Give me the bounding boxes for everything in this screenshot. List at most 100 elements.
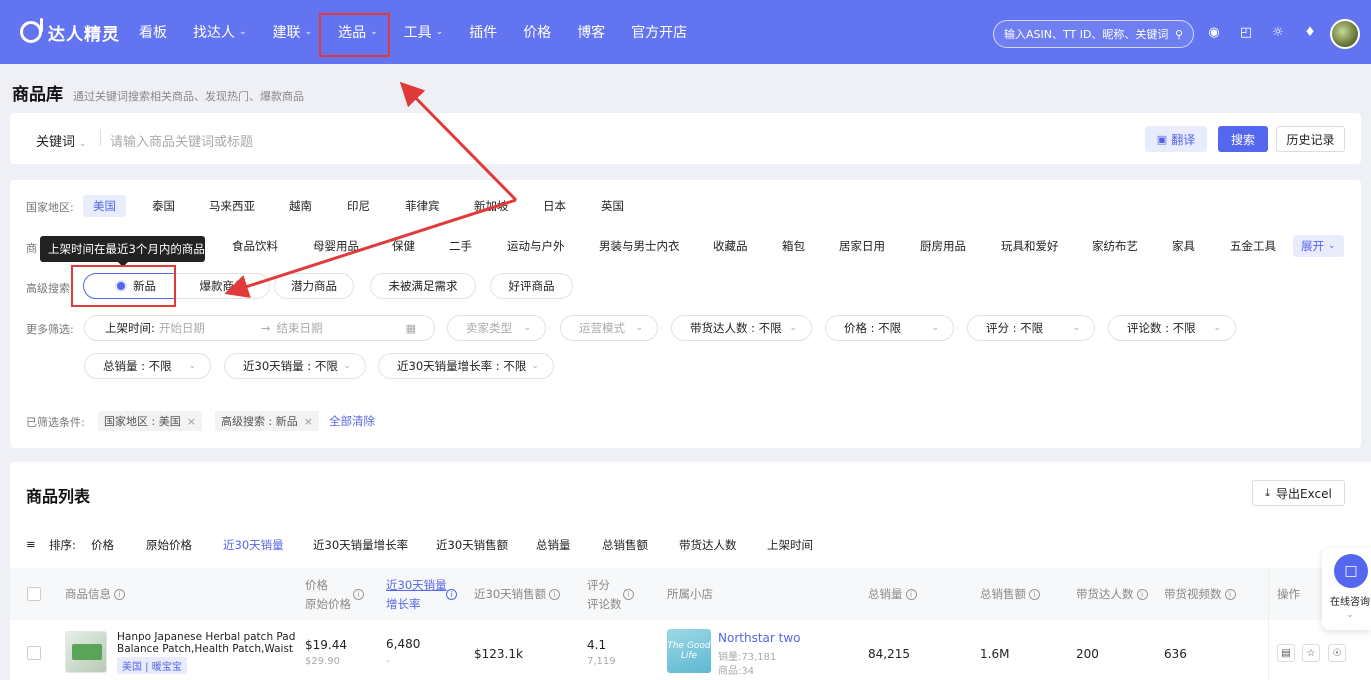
translate-button[interactable]: ▣ 翻译 [1145, 126, 1207, 152]
sales30-growth-select[interactable]: 近30天销量增长率 : 不限 ⌄ [378, 353, 554, 379]
lightbulb-icon[interactable]: ☼ [1270, 25, 1286, 41]
advanced-option-hot[interactable]: 爆款商品 [176, 273, 270, 299]
region-option-vn[interactable]: 越南 [279, 195, 322, 217]
category-option[interactable]: 收藏品 [703, 235, 758, 257]
nav-item-outreach[interactable]: 建联 ⌄ [260, 0, 326, 64]
date-end-input[interactable]: 结束日期 [277, 320, 323, 336]
total-sales-select[interactable]: 总销量 : 不限 ⌄ [84, 353, 211, 379]
keyword-input[interactable]: 请输入商品关键词或标题 [110, 131, 253, 150]
selected-filter-tag[interactable]: 国家地区 : 美国 × [98, 411, 202, 431]
nav-item-dashboard[interactable]: 看板 [126, 0, 180, 64]
export-excel-button[interactable]: ⤓ 导出Excel [1252, 480, 1345, 506]
keyword-type-select[interactable]: 关键词 ⌄ [36, 131, 87, 150]
th-reviews[interactable]: 评论数 [587, 595, 622, 613]
category-option[interactable]: 母婴用品 [303, 235, 369, 257]
sort-option[interactable]: 原始价格 [146, 537, 192, 553]
sort-option[interactable]: 带货达人数 [679, 537, 737, 553]
info-icon[interactable]: i [905, 589, 917, 600]
th-total-revenue[interactable]: 总销售额 i [980, 585, 1040, 603]
th-growth[interactable]: 增长率 [386, 595, 421, 613]
th-rating[interactable]: 评分 [587, 576, 610, 594]
creator-count-select[interactable]: 带货达人数 : 不限 ⌄ [671, 315, 812, 341]
chat-icon[interactable]: □ [1334, 554, 1368, 588]
th-price[interactable]: 价格 [305, 576, 328, 594]
advanced-option-good-review[interactable]: 好评商品 [490, 273, 573, 299]
sort-option-active[interactable]: 近30天销量 [223, 537, 284, 553]
advanced-option-potential[interactable]: 潜力商品 [274, 273, 354, 299]
shop-name-link[interactable]: Northstar two [718, 631, 800, 645]
th-creators[interactable]: 带货达人数 i [1076, 585, 1148, 603]
history-button[interactable]: 历史记录 [1276, 126, 1345, 152]
info-icon[interactable]: i [1136, 589, 1148, 600]
region-option-id[interactable]: 印尼 [337, 195, 380, 217]
region-option-jp[interactable]: 日本 [533, 195, 576, 217]
th-orig-price[interactable]: 原始价格 [305, 595, 351, 613]
sales30-select[interactable]: 近30天销量 : 不限 ⌄ [224, 353, 366, 379]
review-count-select[interactable]: 评论数 : 不限 ⌄ [1108, 315, 1236, 341]
th-videos[interactable]: 带货视频数 i [1164, 585, 1236, 603]
product-image[interactable] [65, 631, 107, 673]
brand-logo[interactable]: 达人精灵 [20, 18, 120, 45]
category-option[interactable]: 保健 [382, 235, 425, 257]
info-icon[interactable]: i [549, 589, 561, 600]
region-option-sg[interactable]: 新加坡 [464, 195, 519, 217]
region-option-ph[interactable]: 菲律宾 [395, 195, 450, 217]
shop-logo[interactable]: The Good Life [667, 629, 711, 673]
info-icon[interactable]: i [1029, 589, 1040, 600]
sort-option[interactable]: 总销售额 [602, 537, 648, 553]
th-total-sales[interactable]: 总销量 i [868, 585, 917, 603]
seller-type-select[interactable]: 卖家类型 ⌄ [447, 315, 546, 341]
region-option-my[interactable]: 马来西亚 [199, 195, 265, 217]
avatar[interactable] [1330, 19, 1360, 49]
star-icon[interactable]: ☆ [1302, 644, 1320, 662]
clear-all-link[interactable]: 全部清除 [329, 413, 375, 429]
region-option-us[interactable]: 美国 [83, 195, 126, 217]
top-search-input[interactable]: 输入ASIN、TT ID、昵称、关键词 ⚲ [993, 20, 1194, 48]
th-sales30[interactable]: 近30天销量 [386, 576, 447, 594]
info-icon[interactable]: i [620, 585, 634, 603]
rating-select[interactable]: 评分 : 不限 ⌄ [967, 315, 1095, 341]
nav-item-blog[interactable]: 博客 [564, 0, 618, 64]
bell-icon[interactable]: ♦ [1302, 25, 1318, 41]
nav-item-pricing[interactable]: 价格 [510, 0, 564, 64]
eye-icon[interactable]: ☉ [1328, 644, 1346, 662]
category-option[interactable]: 家具 [1162, 235, 1205, 257]
row-checkbox[interactable] [27, 646, 41, 660]
chevron-down-icon[interactable]: ⌄ [1346, 610, 1354, 620]
category-option[interactable]: 居家日用 [829, 235, 895, 257]
th-revenue30[interactable]: 近30天销售额 i [474, 585, 561, 603]
sort-option[interactable]: 近30天销售额 [436, 537, 508, 553]
category-option[interactable]: 家纺布艺 [1082, 235, 1148, 257]
product-name[interactable]: Hanpo Japanese Herbal patch Pad Balance … [117, 631, 297, 655]
close-icon[interactable]: × [304, 415, 313, 428]
sort-option[interactable]: 价格 [91, 537, 114, 553]
sort-option[interactable]: 近30天销量增长率 [313, 537, 408, 553]
expand-categories-button[interactable]: 展开 ⌄ [1293, 235, 1344, 257]
sort-option[interactable]: 总销量 [536, 537, 571, 553]
select-all-checkbox[interactable] [27, 587, 41, 601]
listing-date-range[interactable]: 上架时间: 开始日期 → 结束日期 ▦ [84, 315, 435, 341]
info-icon[interactable]: i [1224, 589, 1236, 600]
nav-item-open-store[interactable]: 官方开店 [618, 0, 700, 64]
headset-icon[interactable]: ◰ [1238, 25, 1254, 41]
sort-option[interactable]: 上架时间 [767, 537, 813, 553]
nav-item-tools[interactable]: 工具 ⌄ [391, 0, 457, 64]
category-option[interactable]: 食品饮料 [222, 235, 288, 257]
category-option[interactable]: 二手 [439, 235, 482, 257]
selected-filter-tag[interactable]: 高级搜索 : 新品 × [215, 411, 319, 431]
category-option[interactable]: 玩具和爱好 [991, 235, 1069, 257]
category-option[interactable]: 运动与户外 [497, 235, 575, 257]
date-start-input[interactable]: 开始日期 [159, 320, 205, 336]
advanced-option-unmet[interactable]: 未被满足需求 [370, 273, 476, 299]
info-icon[interactable]: i [114, 589, 125, 600]
price-select[interactable]: 价格 : 不限 ⌄ [825, 315, 954, 341]
info-icon[interactable]: i [350, 585, 364, 603]
region-option-th[interactable]: 泰国 [142, 195, 185, 217]
info-icon[interactable]: i [443, 585, 457, 603]
search-button[interactable]: 搜索 [1218, 126, 1268, 152]
region-option-uk[interactable]: 英国 [591, 195, 634, 217]
online-consult-widget[interactable]: □ 在线咨询 ⌄ [1322, 548, 1371, 630]
category-option[interactable]: 五金工具 [1220, 235, 1286, 257]
detail-icon[interactable]: ▤ [1277, 644, 1295, 662]
close-icon[interactable]: × [187, 415, 196, 428]
